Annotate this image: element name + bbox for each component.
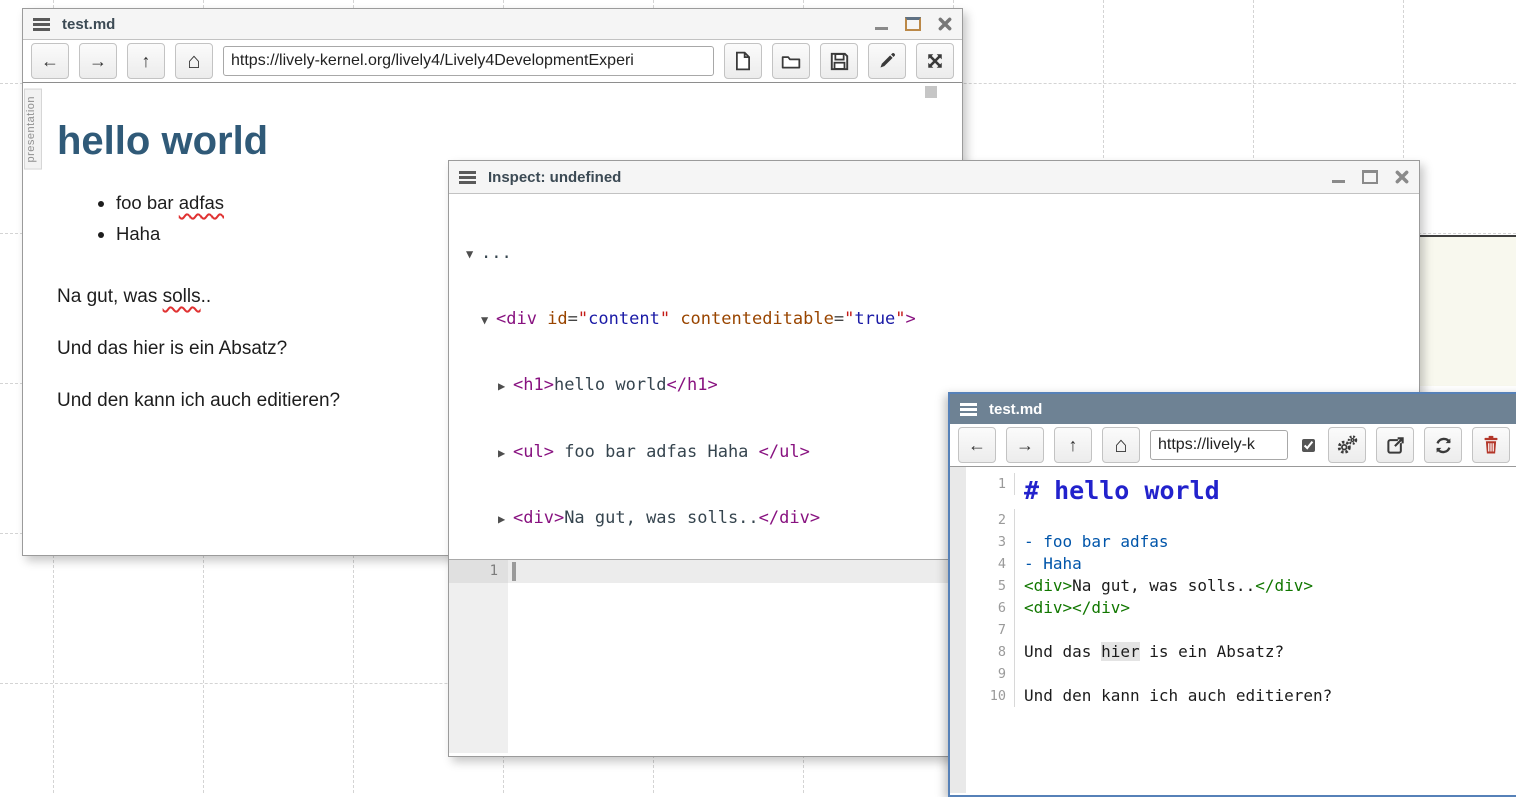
delete-button[interactable] [1472, 427, 1510, 463]
window-title: Inspect: undefined [488, 169, 621, 186]
code-line[interactable]: 2 [966, 509, 1516, 531]
tree-node[interactable]: ▼... [466, 243, 1419, 266]
browser-toolbar: ← → ↑ ⌂ [23, 40, 962, 83]
line-number-gutter [449, 560, 508, 753]
up-button[interactable]: ↑ [1054, 427, 1092, 463]
external-link-icon [1386, 436, 1405, 455]
close-button[interactable] [938, 17, 952, 31]
back-icon: ← [41, 52, 59, 70]
window-menu-icon[interactable] [33, 18, 50, 31]
line-number: 10 [966, 685, 1015, 707]
code-line[interactable]: 9 [966, 663, 1516, 685]
code-line[interactable]: 5<div>Na gut, was solls..</div> [966, 575, 1516, 597]
maximize-button[interactable] [905, 17, 921, 31]
line-number: 6 [966, 597, 1015, 619]
titlebar[interactable]: test.md [950, 394, 1516, 424]
up-button[interactable]: ↑ [127, 43, 165, 79]
code-line[interactable]: 1# hello world [966, 473, 1516, 509]
resize-expand-button[interactable] [916, 43, 954, 79]
presentation-tab[interactable]: presentation [24, 89, 42, 170]
folder-icon [781, 52, 801, 70]
line-number: 9 [966, 663, 1015, 685]
new-file-icon [734, 51, 752, 71]
home-icon: ⌂ [187, 50, 200, 72]
home-button[interactable]: ⌂ [175, 43, 213, 79]
line-number: 2 [966, 509, 1015, 531]
code-line[interactable]: 3- foo bar adfas [966, 531, 1516, 553]
line-number: 1 [449, 560, 508, 583]
back-button[interactable]: ← [958, 427, 996, 463]
line-number: 8 [966, 641, 1015, 663]
edit-button[interactable] [868, 43, 906, 79]
code-line[interactable]: 10Und den kann ich auch editieren? [966, 685, 1516, 707]
code-line[interactable]: 7 [966, 619, 1516, 641]
home-button[interactable]: ⌂ [1102, 427, 1140, 463]
line-number: 4 [966, 553, 1015, 575]
forward-button[interactable]: → [79, 43, 117, 79]
browser-toolbar: ← → ↑ ⌂ [950, 424, 1516, 467]
window-menu-icon[interactable] [960, 403, 977, 416]
refresh-icon [1434, 436, 1453, 455]
minimize-button[interactable] [1332, 180, 1345, 183]
titlebar[interactable]: Inspect: undefined [449, 161, 1419, 194]
open-external-button[interactable] [1376, 427, 1414, 463]
forward-button[interactable]: → [1006, 427, 1044, 463]
gears-icon [1336, 435, 1358, 455]
home-icon: ⌂ [1114, 434, 1127, 456]
titlebar[interactable]: test.md [23, 9, 962, 40]
auto-update-checkbox[interactable] [1302, 436, 1315, 455]
scrollbar-thumb[interactable] [925, 86, 937, 98]
save-button[interactable] [820, 43, 858, 79]
minimize-button[interactable] [875, 27, 888, 30]
code-line[interactable]: 6<div></div> [966, 597, 1516, 619]
back-button[interactable]: ← [31, 43, 69, 79]
settings-button[interactable] [1328, 427, 1366, 463]
window-menu-icon[interactable] [459, 171, 476, 184]
new-file-button[interactable] [724, 43, 762, 79]
expand-arrows-icon [926, 52, 944, 70]
doc-heading: hello world [57, 119, 962, 163]
expand-triangle-icon[interactable]: ▼ [466, 244, 481, 266]
line-number: 1 [966, 473, 1015, 495]
up-icon: ↑ [1069, 436, 1078, 454]
text-cursor [512, 562, 516, 581]
code-editor[interactable]: 1# hello world 2 3- foo bar adfas 4- Hah… [950, 467, 1516, 793]
code-line[interactable]: 4- Haha [966, 553, 1516, 575]
back-icon: ← [968, 436, 986, 454]
maximize-button[interactable] [1362, 170, 1378, 184]
editor-left-strip [950, 467, 966, 793]
window-markdown-editor: test.md ← → ↑ ⌂ 1# hello world 2 3- foo … [948, 392, 1516, 797]
trash-icon [1482, 435, 1500, 455]
forward-icon: → [89, 52, 107, 70]
window-title: test.md [989, 401, 1042, 418]
desktop: { "colors": { "active_titlebar": "#6e829… [0, 0, 1516, 793]
background-panel [1419, 235, 1516, 386]
url-input[interactable] [223, 46, 714, 76]
code-line[interactable]: 8Und das hier is ein Absatz? [966, 641, 1516, 663]
reload-button[interactable] [1424, 427, 1462, 463]
pencil-icon [878, 52, 896, 70]
open-folder-button[interactable] [772, 43, 810, 79]
line-number: 7 [966, 619, 1015, 641]
code-lines[interactable]: 1# hello world 2 3- foo bar adfas 4- Hah… [966, 467, 1516, 707]
expand-triangle-icon[interactable]: ▶ [498, 509, 513, 531]
line-number: 3 [966, 531, 1015, 553]
save-icon [830, 52, 849, 71]
window-title: test.md [62, 16, 115, 33]
line-number: 5 [966, 575, 1015, 597]
tree-node[interactable]: ▼<div id="content" contenteditable="true… [466, 309, 1419, 332]
expand-triangle-icon[interactable]: ▼ [481, 310, 496, 332]
up-icon: ↑ [142, 52, 151, 70]
url-input[interactable] [1150, 430, 1288, 460]
expand-triangle-icon[interactable]: ▶ [498, 443, 513, 465]
close-button[interactable] [1395, 170, 1409, 184]
expand-triangle-icon[interactable]: ▶ [498, 376, 513, 398]
forward-icon: → [1016, 436, 1034, 454]
